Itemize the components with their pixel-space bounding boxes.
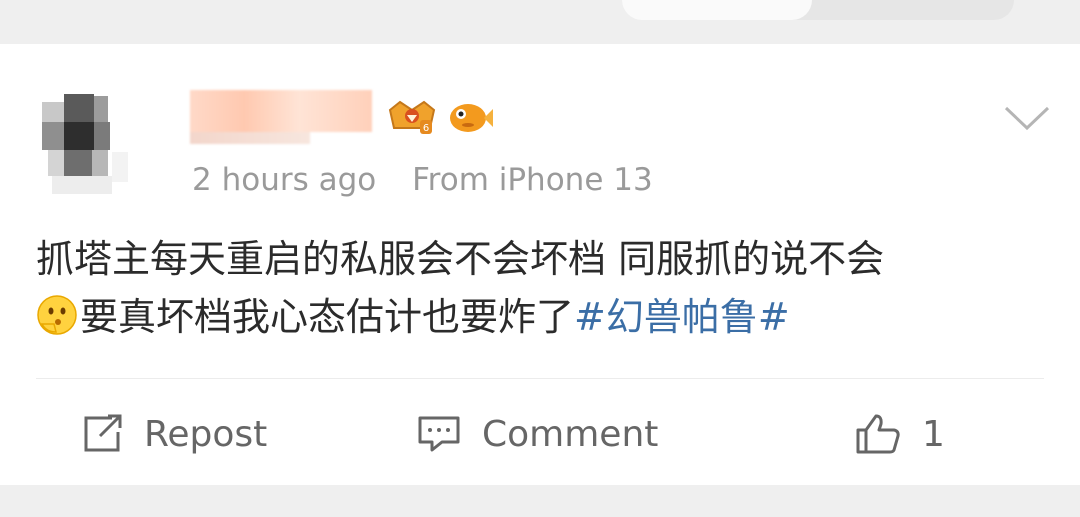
username-blurred[interactable] [190, 90, 372, 144]
post-text: 抓塔主每天重启的私服会不会坏档 同服抓的说不会 要真坏档我心态估计也要炸了#幻兽… [36, 230, 1046, 346]
crown-badge-icon[interactable]: 6 [386, 98, 438, 138]
post-source[interactable]: From iPhone 13 [412, 162, 653, 198]
repost-icon [84, 414, 122, 452]
comment-button[interactable]: Comment [416, 412, 658, 456]
svg-text:6: 6 [423, 123, 429, 134]
post-text-line1: 抓塔主每天重启的私服会不会坏档 同服抓的说不会 [36, 237, 885, 281]
thinking-emoji-icon [37, 295, 77, 335]
like-button[interactable]: 1 [854, 412, 945, 456]
repost-label: Repost [144, 413, 268, 455]
post-text-line2: 要真坏档我心态估计也要炸了 [80, 295, 575, 339]
like-icon [856, 414, 900, 454]
chevron-down-icon[interactable] [1002, 102, 1052, 132]
post-time: 2 hours ago [192, 162, 377, 198]
avatar[interactable] [34, 92, 134, 197]
previous-post-pill [622, 0, 1014, 20]
comment-label: Comment [482, 413, 659, 455]
weibo-post-card[interactable]: 6 2 hours ago From iPhone 13 抓塔主每天重启的私服会… [0, 44, 1080, 485]
previous-post-strip [0, 0, 1080, 44]
repost-button[interactable]: Repost [82, 412, 267, 456]
next-post-strip [0, 485, 1080, 517]
fish-badge-icon[interactable] [446, 96, 494, 136]
divider [36, 378, 1044, 379]
post-meta: 2 hours ago From iPhone 13 [192, 162, 653, 198]
hashtag-link[interactable]: #幻兽帕鲁# [574, 295, 790, 339]
like-count: 1 [922, 413, 945, 455]
comment-icon [418, 416, 460, 452]
